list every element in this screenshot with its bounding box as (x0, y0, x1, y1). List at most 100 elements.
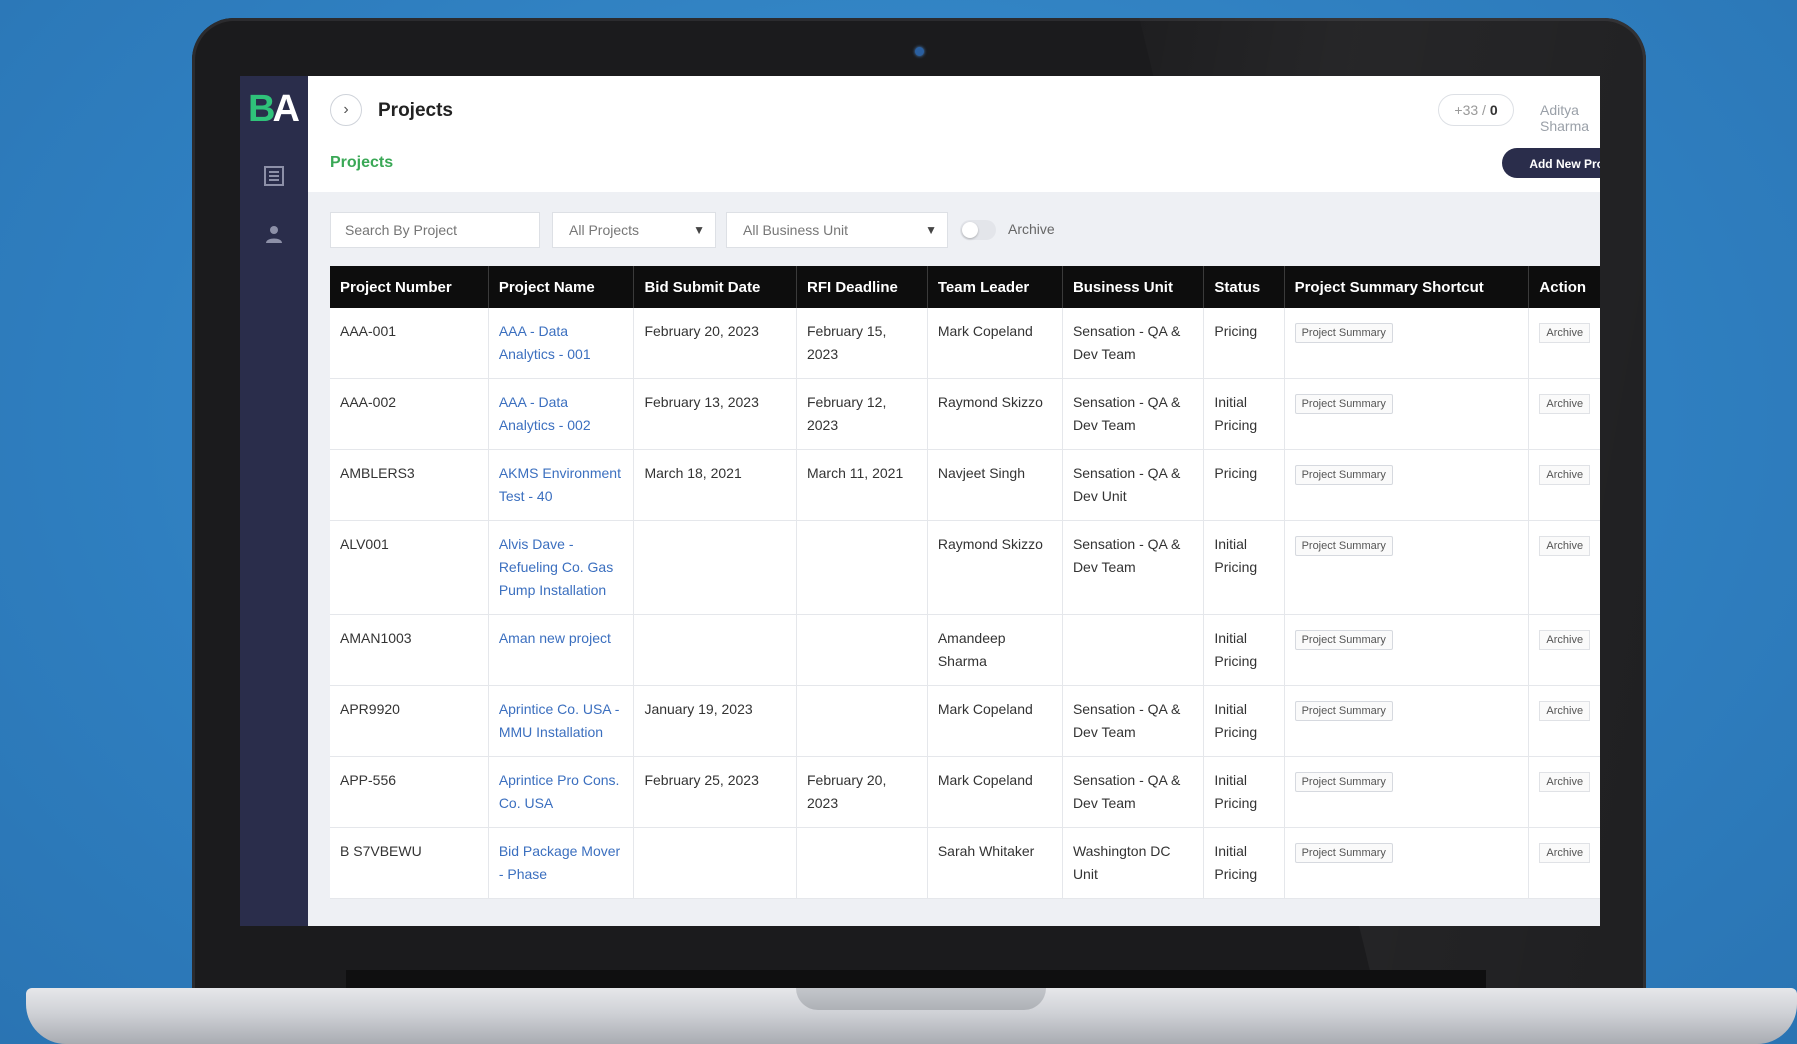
cell-rfi: February 12, 2023 (796, 378, 928, 450)
app-logo[interactable]: BA (248, 88, 300, 131)
cell-summary-shortcut: Project Summary (1284, 378, 1530, 450)
users-icon[interactable] (262, 222, 286, 246)
cell-unit: Sensation - QA & Dev Team (1062, 520, 1205, 615)
table-row: APR9920 Aprintice Co. USA - MMU Installat… (330, 685, 1600, 757)
cell-unit (1062, 614, 1205, 686)
cell-action: Archive (1528, 520, 1600, 615)
cell-name[interactable]: Aprintice Co. USA - MMU Installation (488, 685, 635, 757)
archive-button[interactable]: Archive (1539, 843, 1591, 863)
chevron-down-icon: ▼ (693, 223, 705, 237)
filter-bar: All Projects▼ All Business Unit▼ Archive (330, 212, 1600, 248)
list-icon[interactable] (262, 164, 286, 188)
business-unit-select[interactable]: All Business Unit ▼ (726, 212, 948, 248)
cell-rfi (796, 614, 928, 686)
cell-name[interactable]: AAA - Data Analytics - 001 (488, 308, 635, 379)
cell-rfi (796, 520, 928, 615)
cell-number: APR9920 (330, 685, 489, 757)
cell-rfi: February 20, 2023 (796, 756, 928, 828)
archive-button[interactable]: Archive (1539, 630, 1591, 650)
cell-action: Archive (1528, 378, 1600, 450)
projects-table: Project Number Project Name Bid Submit D… (330, 266, 1600, 899)
cell-name[interactable]: Aprintice Pro Cons. Co. USA (488, 756, 635, 828)
cell-summary-shortcut: Project Summary (1284, 520, 1530, 615)
projects-select[interactable]: All Projects ▼ (552, 212, 716, 248)
column-header[interactable]: Bid Submit Date (633, 266, 797, 308)
cell-number: AMBLERS3 (330, 449, 489, 521)
project-summary-button[interactable]: Project Summary (1294, 394, 1393, 414)
add-new-project-button[interactable]: Add New Project (1502, 148, 1600, 178)
cell-rfi (796, 685, 928, 757)
project-summary-button[interactable]: Project Summary (1294, 536, 1393, 556)
toggle-knob (962, 222, 978, 238)
cell-name[interactable]: Alvis Dave - Refueling Co. Gas Pump Inst… (488, 520, 635, 615)
cell-number: AAA-002 (330, 378, 489, 450)
cell-bid-date: February 13, 2023 (633, 378, 797, 450)
archive-button[interactable]: Archive (1539, 772, 1591, 792)
cell-status: Initial Pricing (1203, 378, 1285, 450)
cell-bid-date: March 18, 2021 (633, 449, 797, 521)
table-row: ALV001 Alvis Dave - Refueling Co. Gas Pum… (330, 520, 1600, 615)
project-summary-button[interactable]: Project Summary (1294, 323, 1393, 343)
cell-leader: Raymond Skizzo (927, 520, 1063, 615)
cell-action: Archive (1528, 449, 1600, 521)
cell-bid-date: February 20, 2023 (633, 308, 797, 379)
cell-unit: Sensation - QA & Dev Team (1062, 308, 1205, 379)
archive-button[interactable]: Archive (1539, 323, 1591, 343)
chevron-down-icon: ▼ (925, 223, 937, 237)
column-header[interactable]: Action (1528, 266, 1600, 308)
cell-number: APP-556 (330, 756, 489, 828)
cell-unit: Sensation - QA & Dev Team (1062, 378, 1205, 450)
sidebar: BA (240, 76, 308, 926)
column-header[interactable]: Project Summary Shortcut (1284, 266, 1530, 308)
breadcrumb[interactable]: Projects (330, 154, 393, 172)
project-summary-button[interactable]: Project Summary (1294, 772, 1393, 792)
archive-toggle[interactable] (960, 220, 996, 240)
cell-bid-date (633, 520, 797, 615)
user-name[interactable]: Aditya Sharma (1540, 102, 1600, 134)
cell-action: Archive (1528, 827, 1600, 899)
cell-status: Initial Pricing (1203, 614, 1285, 686)
archive-button[interactable]: Archive (1539, 701, 1591, 721)
cell-leader: Amandeep Sharma (927, 614, 1063, 686)
cell-name[interactable]: AKMS Environment Test - 40 (488, 449, 635, 521)
cell-action: Archive (1528, 685, 1600, 757)
archive-button[interactable]: Archive (1539, 536, 1591, 556)
laptop-hinge (346, 970, 1486, 988)
cell-unit: Washington DC Unit (1062, 827, 1205, 899)
cell-name[interactable]: AAA - Data Analytics - 002 (488, 378, 635, 450)
cell-leader: Navjeet Singh (927, 449, 1063, 521)
cell-number: AMAN1003 (330, 614, 489, 686)
projects-table-container: Project Number Project Name Bid Submit D… (330, 266, 1600, 899)
column-header[interactable]: Business Unit (1062, 266, 1205, 308)
back-chevron-icon[interactable]: › (330, 94, 362, 126)
cell-unit: Sensation - QA & Dev Team (1062, 685, 1205, 757)
cell-status: Pricing (1203, 308, 1285, 379)
column-header[interactable]: Status (1203, 266, 1285, 308)
cell-name[interactable]: Bid Package Mover - Phase (488, 827, 635, 899)
cell-unit: Sensation - QA & Dev Unit (1062, 449, 1205, 521)
cell-bid-date: January 19, 2023 (633, 685, 797, 757)
cell-summary-shortcut: Project Summary (1284, 308, 1530, 379)
column-header[interactable]: RFI Deadline (796, 266, 928, 308)
search-input[interactable] (330, 212, 540, 248)
project-summary-button[interactable]: Project Summary (1294, 701, 1393, 721)
column-header[interactable]: Project Name (488, 266, 635, 308)
table-row: AAA-001 AAA - Data Analytics - 001 Februar… (330, 308, 1600, 379)
column-header[interactable]: Project Number (330, 266, 489, 308)
archive-button[interactable]: Archive (1539, 465, 1591, 485)
cell-number: B S7VBEWU (330, 827, 489, 899)
project-summary-button[interactable]: Project Summary (1294, 843, 1393, 863)
cell-name[interactable]: Aman new project (488, 614, 635, 686)
project-summary-button[interactable]: Project Summary (1294, 630, 1393, 650)
cell-bid-date: February 25, 2023 (633, 756, 797, 828)
column-header[interactable]: Team Leader (927, 266, 1063, 308)
notification-counter[interactable]: +33 / 0 (1438, 94, 1514, 126)
cell-summary-shortcut: Project Summary (1284, 827, 1530, 899)
page-header: › Projects +33 / 0 Aditya Sharma Project… (308, 76, 1600, 192)
archive-button[interactable]: Archive (1539, 394, 1591, 414)
project-summary-button[interactable]: Project Summary (1294, 465, 1393, 485)
cell-summary-shortcut: Project Summary (1284, 685, 1530, 757)
cell-summary-shortcut: Project Summary (1284, 449, 1530, 521)
table-row: AMAN1003 Aman new project Amandeep Sharma I… (330, 614, 1600, 686)
table-row: APP-556 Aprintice Pro Cons. Co. USA Februa… (330, 756, 1600, 828)
